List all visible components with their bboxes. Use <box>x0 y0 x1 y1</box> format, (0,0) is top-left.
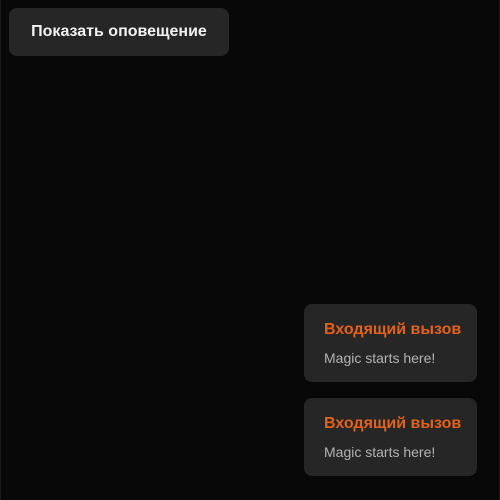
notification-message: Magic starts here! <box>324 350 436 366</box>
notification-stack: Входящий вызов Magic starts here! Входящ… <box>304 304 477 492</box>
notification-toast[interactable]: Входящий вызов Magic starts here! <box>304 398 477 476</box>
notification-title: Входящий вызов <box>324 415 462 432</box>
notification-title: Входящий вызов <box>324 321 462 338</box>
notification-message: Magic starts here! <box>324 444 436 460</box>
show-notification-button[interactable]: Показать оповещение <box>9 8 229 56</box>
notification-toast[interactable]: Входящий вызов Magic starts here! <box>304 304 477 382</box>
